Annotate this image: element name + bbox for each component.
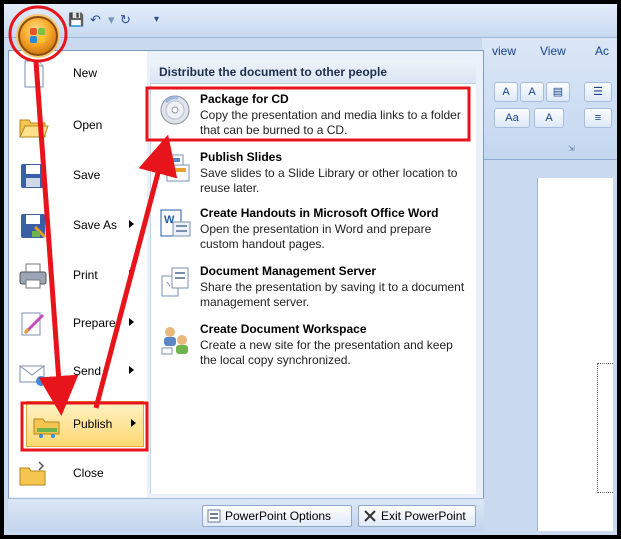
tab-add-ins[interactable]: Ac [595,44,609,58]
cd-disc-icon [158,94,192,126]
menu-item-label: Open [73,118,103,132]
save-as-icon [17,211,49,241]
submenu-item-description: Open the presentation in Word and prepar… [200,222,432,251]
open-folder-icon [17,111,49,141]
title-bar: 💾 ↶ ▾ ↻ ▾ [4,4,617,38]
submenu-item-description: Share the presentation by saving it to a… [200,280,465,309]
font-color-button[interactable]: A [534,108,564,128]
ribbon: view View Ac A A ▤ ☰ Aa A ≡ ⇲ [482,38,617,160]
align-button[interactable]: ≡ [584,108,612,128]
submenu-arrow-icon [129,270,134,278]
bullets-button[interactable]: ☰ [584,82,612,102]
menu-item-send[interactable]: Send [9,349,147,395]
options-icon [207,509,221,523]
publish-slides-icon [158,152,192,184]
office-button[interactable] [18,16,58,56]
submenu-header-text: Distribute the document to other people [159,65,388,79]
submenu-item-document-management-server[interactable]: Document Management Server Share the pres… [152,262,474,316]
shrink-font-button[interactable]: A [520,82,544,102]
exit-x-icon [363,509,377,523]
menu-item-save[interactable]: Save [9,153,147,199]
submenu-item-description: Copy the presentation and media links to… [200,108,461,137]
menu-item-new[interactable]: New [9,51,147,97]
powerpoint-options-label: PowerPoint Options [225,509,332,523]
slide-placeholder[interactable] [597,363,613,493]
submenu-arrow-icon [129,220,134,228]
submenu-arrow-icon [129,366,134,374]
undo-dropdown-icon[interactable]: ▾ [108,12,115,28]
exit-powerpoint-label: Exit PowerPoint [381,509,466,523]
submenu-arrow-icon [129,318,134,326]
redo-icon[interactable]: ↻ [120,12,131,28]
word-handouts-icon: W [158,208,192,240]
prepare-icon [17,309,49,339]
menu-item-label: Save [73,168,101,182]
document-server-icon [158,266,192,298]
menu-item-label: Publish [73,417,113,431]
tab-view[interactable]: View [540,44,566,58]
grow-font-button[interactable]: A [494,82,518,102]
powerpoint-options-button[interactable]: PowerPoint Options [202,505,352,527]
change-case-button[interactable]: Aa [494,108,530,128]
printer-icon [17,261,49,291]
submenu-item-create-handouts-in-microsoft-office-word[interactable]: W Create Handouts in Microsoft Office Wor… [152,204,474,258]
clear-format-button[interactable]: ▤ [546,82,570,102]
menu-item-save-as[interactable]: Save As [9,203,147,249]
submenu-item-title: Package for CD [200,92,289,106]
submenu-item-create-document-workspace[interactable]: Create Document Workspace Create a new si… [152,320,474,374]
submenu-header: Distribute the document to other people [150,60,476,84]
menu-item-open[interactable]: Open [9,103,147,149]
menu-item-close[interactable]: Close [9,451,147,497]
menu-item-print[interactable]: Print [9,253,147,299]
submenu-item-title: Create Handouts in Microsoft Office Word [200,206,439,220]
submenu-item-package-for-cd[interactable]: Package for CD Copy the presentation and … [152,90,474,144]
submenu-item-description: Save slides to a Slide Library or other … [200,166,458,195]
workspace-people-icon [158,324,192,356]
undo-icon[interactable]: ↶ [90,12,101,28]
menu-item-label: Prepare [73,316,116,330]
menu-item-publish[interactable]: Publish [26,401,144,447]
menu-item-label: New [73,66,98,80]
office-logo-icon [30,28,46,44]
submenu-item-title: Document Management Server [200,264,377,278]
save-qat-icon[interactable]: 💾 [68,12,84,28]
submenu-arrow-icon [131,419,136,427]
close-folder-icon [17,459,49,489]
publish-icon [31,410,63,440]
submenu-item-publish-slides[interactable]: Publish Slides Save slides to a Slide Lib… [152,148,474,202]
customize-qat-icon[interactable]: ▾ [154,12,159,28]
submenu-item-title: Publish Slides [200,150,283,164]
menu-item-label: Print [73,268,98,282]
exit-powerpoint-button[interactable]: Exit PowerPoint [358,505,476,527]
menu-item-prepare[interactable]: Prepare [9,301,147,347]
send-icon [17,357,49,387]
menu-item-label: Save As [73,218,118,232]
menu-item-label: Send [73,364,102,378]
dialog-launcher-icon[interactable]: ⇲ [568,144,575,153]
floppy-disk-icon [17,161,49,191]
submenu-item-title: Create Document Workspace [200,322,367,336]
tab-review[interactable]: view [492,44,516,58]
submenu-item-description: Create a new site for the presentation a… [200,338,453,367]
new-document-icon [17,59,49,89]
menu-item-label: Close [73,466,104,480]
